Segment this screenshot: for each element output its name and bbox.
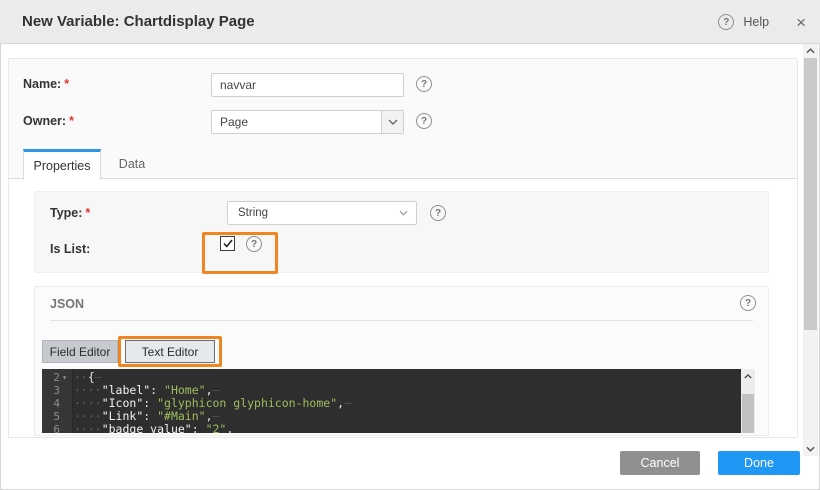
dialog-scrollbar[interactable] [803, 44, 818, 456]
scroll-up-icon[interactable] [803, 44, 818, 58]
owner-help-icon[interactable]: ? [416, 113, 432, 129]
json-help-icon[interactable]: ? [740, 295, 756, 311]
divider [50, 320, 753, 321]
scroll-down-icon[interactable] [803, 442, 818, 456]
json-code-editor[interactable]: 2▾3456 ··{–····"label": "Home",–····"Ico… [42, 369, 755, 433]
dialog-title: New Variable: Chartdisplay Page [22, 13, 255, 30]
is-list-highlight-annotation [202, 232, 278, 274]
name-input[interactable] [211, 73, 404, 97]
owner-select-arrow-box[interactable] [381, 111, 403, 133]
cancel-button[interactable]: Cancel [620, 451, 700, 475]
fold-icon[interactable]: ▾ [60, 371, 69, 384]
name-help-icon[interactable]: ? [416, 76, 432, 92]
code-gutter: 2▾3456 [42, 369, 73, 433]
tab-properties[interactable]: Properties [23, 149, 101, 180]
type-help-icon[interactable]: ? [430, 205, 446, 221]
tab-bar: Properties Data [9, 149, 797, 179]
required-marker: * [69, 114, 74, 128]
done-button[interactable]: Done [718, 451, 800, 475]
json-panel: JSON ? Field Editor Text Editor 2▾3456 ·… [34, 286, 769, 436]
code-line: ····"badge_value": "2", [74, 423, 741, 433]
dialog-body-panel: Name:* ? Owner:* Page ? Properties Data … [8, 58, 798, 438]
line-number: 3 [42, 384, 72, 397]
field-editor-button[interactable]: Field Editor [42, 340, 118, 363]
checkbox-check-icon [223, 239, 233, 248]
chevron-down-icon [388, 119, 398, 125]
type-select[interactable]: String [227, 201, 417, 225]
properties-subpanel: Type:* String ? Is List: ? [34, 191, 769, 273]
is-list-checkbox[interactable] [220, 236, 235, 251]
owner-label: Owner:* [23, 114, 74, 128]
line-number: 5 [42, 410, 72, 423]
help-question-icon[interactable]: ? [718, 14, 734, 30]
dialog-scrollbar-thumb[interactable] [804, 58, 817, 330]
line-number: 6 [42, 423, 72, 433]
name-label: Name:* [23, 77, 69, 91]
is-list-help-icon[interactable]: ? [246, 236, 262, 252]
dialog-header: New Variable: Chartdisplay Page ? Help × [0, 0, 820, 44]
type-label: Type:* [50, 206, 90, 220]
editor-scroll-up-icon[interactable] [741, 369, 755, 383]
required-marker: * [64, 77, 69, 91]
code-lines: ··{–····"label": "Home",–····"Icon": "gl… [74, 371, 741, 433]
line-number: 2▾ [42, 371, 72, 384]
required-marker: * [85, 206, 90, 220]
is-list-label: Is List: [50, 242, 90, 256]
owner-select[interactable]: Page [211, 110, 404, 134]
json-section-title: JSON [50, 297, 84, 311]
owner-select-value: Page [220, 115, 248, 129]
tab-data[interactable]: Data [101, 149, 163, 179]
chevron-down-icon [399, 210, 408, 216]
editor-scrollbar-thumb[interactable] [742, 394, 754, 433]
close-icon[interactable]: × [796, 14, 806, 31]
editor-scrollbar[interactable] [741, 369, 755, 433]
new-variable-dialog: New Variable: Chartdisplay Page ? Help ×… [0, 0, 820, 490]
line-number: 4 [42, 397, 72, 410]
text-editor-button[interactable]: Text Editor [125, 340, 215, 363]
type-select-value: String [238, 207, 268, 219]
help-link[interactable]: Help [743, 15, 769, 29]
